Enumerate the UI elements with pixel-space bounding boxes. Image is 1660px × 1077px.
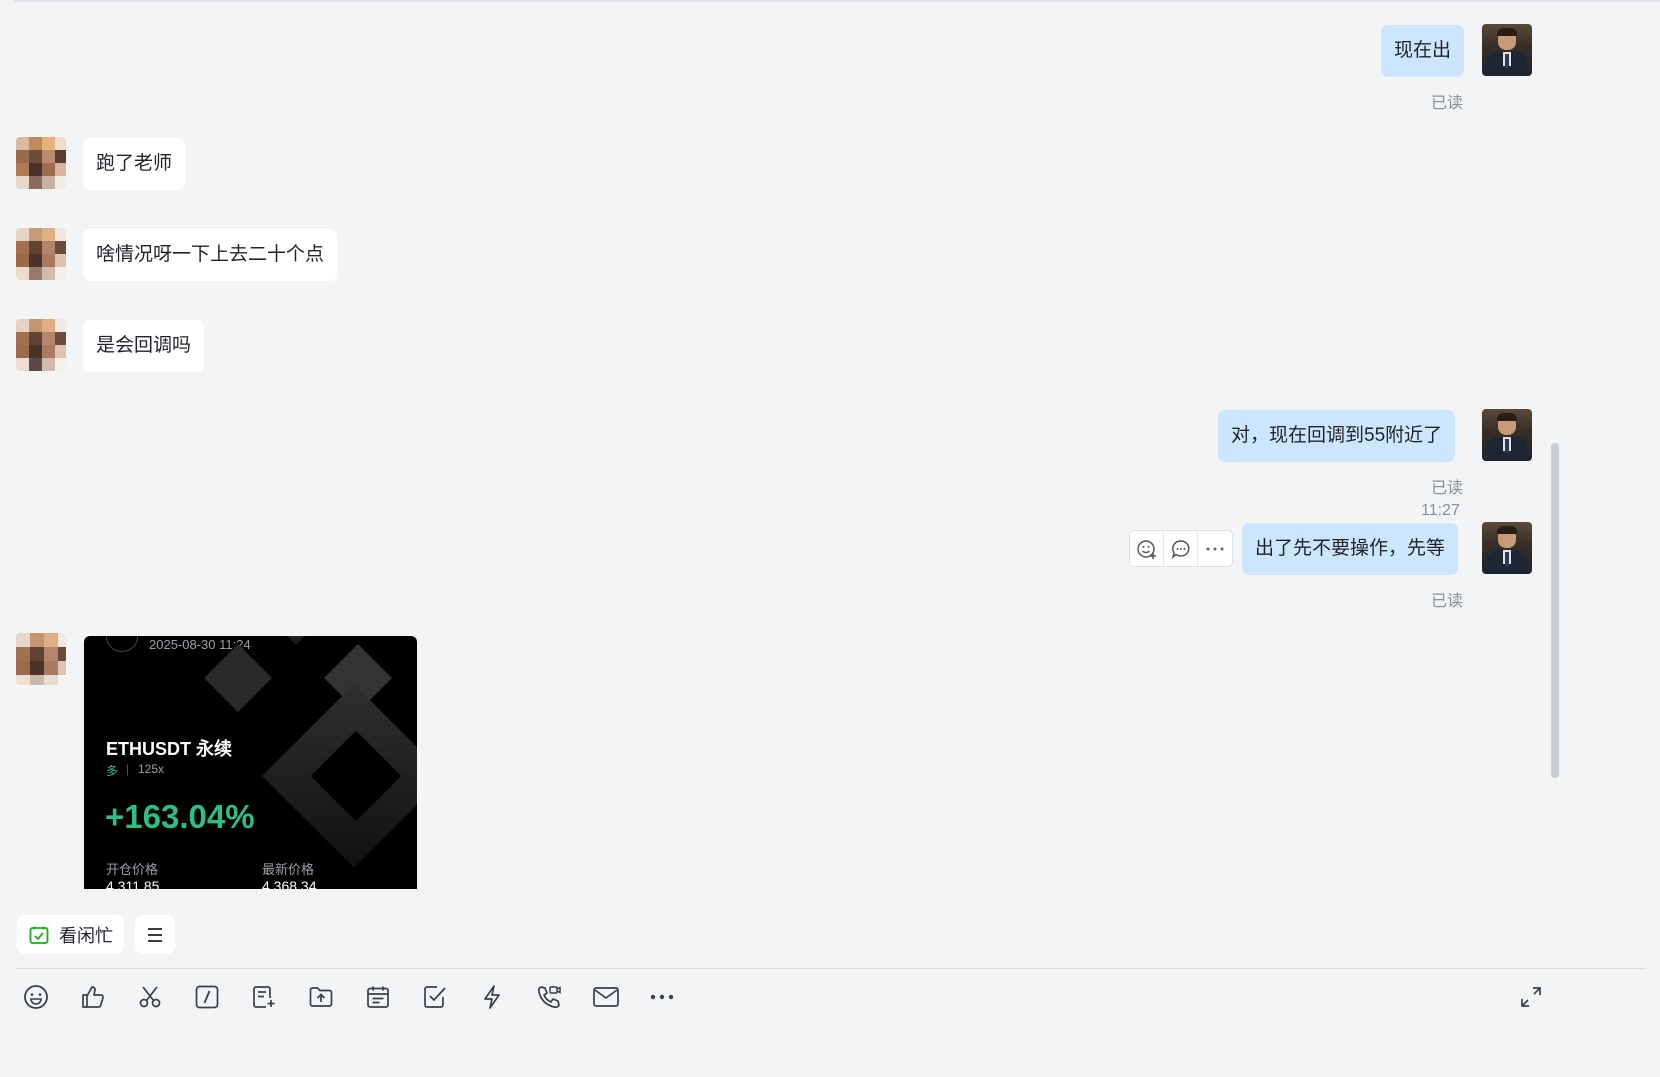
card-logo-circle [106,636,138,652]
trade-share-image[interactable]: 2025-08-30 11:24 ETHUSDT 永续 多 | 125x +16… [84,636,417,889]
reply-comment-icon[interactable] [1164,531,1198,566]
calendar-icon[interactable] [363,982,393,1012]
card-pair: ETHUSDT 永续 [106,739,232,759]
menu-button[interactable] [135,915,175,954]
message-bubble-incoming[interactable]: 是会回调吗 [83,320,205,372]
mail-icon[interactable] [591,982,621,1012]
decorative-diamond [204,644,272,712]
card-side: 多 [106,764,119,778]
add-reaction-icon[interactable] [1130,531,1164,566]
message-bubble-incoming[interactable]: 跑了老师 [83,138,186,190]
message-text: 现在出 [1394,40,1452,61]
emoji-icon[interactable] [21,982,51,1012]
lightning-icon[interactable] [477,982,507,1012]
thumbs-up-icon[interactable] [78,982,108,1012]
pixelated-avatar-image [16,633,66,685]
my-avatar[interactable] [1482,409,1532,461]
message-text: 出了先不要操作，先等 [1255,538,1446,559]
card-latest-value: 4,368.34 [262,878,317,889]
pixelated-avatar-image [16,137,66,189]
doc-add-icon[interactable] [249,982,279,1012]
pixelated-avatar-image [16,319,66,371]
task-check-icon[interactable] [420,982,450,1012]
more-icon[interactable] [647,982,677,1012]
contact-avatar[interactable] [16,319,66,371]
expand-icon[interactable] [1516,982,1546,1012]
message-timestamp: 11:27 [1421,502,1460,519]
message-bubble-incoming[interactable]: 啥情况呀一下上去二十个点 [83,229,338,281]
message-text: 对，现在回调到55附近了 [1231,425,1443,446]
composer-toolbar [0,975,1660,1020]
schedule-busy-button[interactable]: 看闲忙 [17,915,124,954]
scissors-icon[interactable] [135,982,165,1012]
card-open-value: 4,311.85 [106,878,160,889]
message-text: 跑了老师 [96,153,173,174]
card-pnl: +163.04% [105,798,255,835]
pixelated-avatar-image [16,228,66,280]
message-hover-toolbar [1129,530,1233,567]
card-separator: | [126,762,130,776]
message-text: 啥情况呀一下上去二十个点 [96,244,325,265]
phone-video-icon[interactable] [534,982,564,1012]
my-avatar[interactable] [1482,522,1532,574]
upload-folder-icon[interactable] [306,982,336,1012]
message-bubble-outgoing[interactable]: 出了先不要操作，先等 [1242,523,1459,575]
chat-history: 现在出 已读 跑了老师 啥情况呀一下上去二十个点 是会回调吗 对，现在回调到55… [0,0,1660,960]
card-leverage: 125x [138,762,165,776]
message-text: 是会回调吗 [96,335,192,356]
decorative-diamond [279,636,313,645]
contact-avatar[interactable] [16,633,66,685]
message-bubble-outgoing[interactable]: 对，现在回调到55附近了 [1218,410,1456,462]
schedule-busy-label: 看闲忙 [59,925,113,946]
my-avatar[interactable] [1482,24,1532,76]
card-open-label: 开仓价格 [106,862,159,877]
contact-avatar[interactable] [16,228,66,280]
slash-command-icon[interactable] [192,982,222,1012]
chat-scrollbar[interactable] [1551,443,1559,778]
more-actions-icon[interactable] [1198,531,1232,566]
calendar-check-icon [29,926,49,944]
contact-avatar[interactable] [16,137,66,189]
read-status: 已读 [1431,95,1464,112]
read-status: 已读 [1431,593,1464,610]
message-bubble-outgoing[interactable]: 现在出 [1381,25,1465,77]
read-status: 已读 [1431,480,1464,497]
menu-icon [148,927,162,942]
composer-divider [15,968,1646,969]
card-latest-label: 最新价格 [262,862,315,877]
